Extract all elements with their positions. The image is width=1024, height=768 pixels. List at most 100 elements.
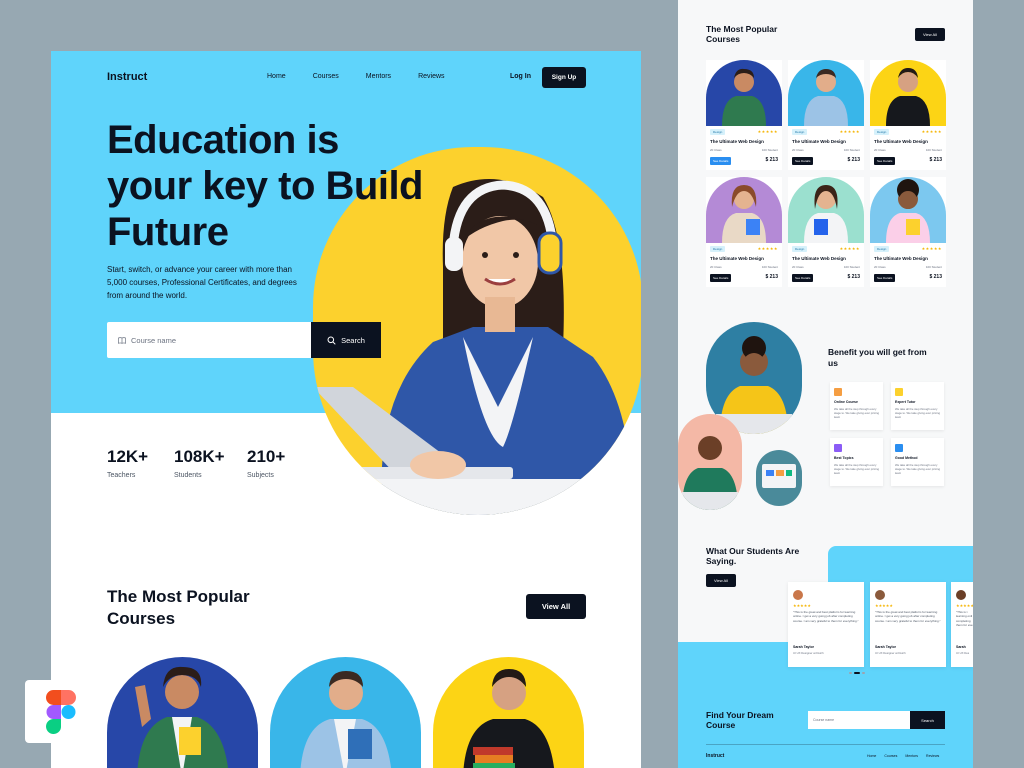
headline-line-2: your key to Build xyxy=(107,164,424,208)
course-search-input[interactable]: Course name xyxy=(107,322,311,358)
course-card[interactable]: Design ★★★★★ The Ultimate Web Design 20 … xyxy=(788,177,864,287)
footer-link-home[interactable]: Home xyxy=(867,754,876,758)
benefit-title: Benefit you will get from us xyxy=(828,347,927,368)
footer-divider xyxy=(706,744,945,745)
view-all-button[interactable]: View All xyxy=(526,594,586,619)
signup-button[interactable]: Sign Up xyxy=(542,67,586,88)
rating-stars: ★★★★★ xyxy=(956,603,973,608)
search-button[interactable]: Search xyxy=(311,322,381,358)
course-price: $ 213 xyxy=(929,274,942,280)
carousel-dot[interactable] xyxy=(862,672,865,674)
course-card[interactable]: Design ★★★★★ The Ultimate Web Design 20 … xyxy=(706,60,782,170)
see-details-button[interactable]: See Details xyxy=(710,274,732,282)
search-icon xyxy=(327,336,336,345)
benefit-card-desc: We take all the step through every stage… xyxy=(834,463,880,475)
rating-stars: ★★★★★ xyxy=(921,129,942,134)
benefit-image-student-green xyxy=(678,414,742,510)
testimonial-role: UI UX Designer at Dutch xyxy=(793,651,824,655)
course-card-image xyxy=(870,60,946,126)
carousel-dot[interactable] xyxy=(849,672,852,674)
logo[interactable]: Instruct xyxy=(107,71,147,83)
see-details-button[interactable]: See Details xyxy=(874,157,896,165)
rating-stars: ★★★★★ xyxy=(793,603,811,608)
rating-stars: ★★★★★ xyxy=(757,246,778,251)
figma-badge xyxy=(25,680,96,743)
nav-link-mentors[interactable]: Mentors xyxy=(366,73,391,80)
footer-link-reviews[interactable]: Reviews xyxy=(926,754,939,758)
course-title: The Ultimate Web Design xyxy=(792,139,846,144)
course-image-student-2[interactable] xyxy=(270,657,421,768)
footer-logo[interactable]: Instruct xyxy=(706,753,724,759)
testimonial-role: UI UX Designer at Dutch xyxy=(875,651,906,655)
footer-search-button[interactable]: Search xyxy=(910,711,945,729)
see-details-button[interactable]: See Details xyxy=(874,274,896,282)
course-card-image xyxy=(788,177,864,243)
course-tag: Design xyxy=(874,246,890,252)
testimonial-name: Sarah Taylor xyxy=(875,645,896,649)
nav-link-home[interactable]: Home xyxy=(267,73,286,80)
testimonial-name: Sarah Taylor xyxy=(793,645,814,649)
online-course-icon xyxy=(834,388,842,396)
rating-stars: ★★★★★ xyxy=(921,246,942,251)
footer-search-input[interactable]: Course name xyxy=(808,711,910,729)
rating-stars: ★★★★★ xyxy=(875,603,893,608)
nav-link-courses[interactable]: Courses xyxy=(313,73,339,80)
benefit-card-desc: We take all the step through every stage… xyxy=(895,463,941,475)
stat-label: Subjects xyxy=(247,472,274,479)
avatar xyxy=(875,590,885,600)
carousel-dots[interactable] xyxy=(849,672,865,674)
stat-students: 108K+ Students xyxy=(174,447,247,479)
course-card-image xyxy=(706,177,782,243)
testimonials-view-all-button[interactable]: View All xyxy=(706,574,736,587)
student-count: 100 Student xyxy=(843,148,860,152)
see-details-button[interactable]: See Details xyxy=(710,157,732,165)
course-title: The Ultimate Web Design xyxy=(874,256,928,261)
footer-link-mentors[interactable]: Mentors xyxy=(905,754,918,758)
course-card[interactable]: Design ★★★★★ The Ultimate Web Design 20 … xyxy=(870,177,946,287)
course-card-image xyxy=(706,60,782,126)
stat-value: 210+ xyxy=(247,447,286,466)
testimonial-role: UI UX Des xyxy=(956,651,970,655)
login-link[interactable]: Log In xyxy=(510,73,531,80)
course-card[interactable]: Design ★★★★★ The Ultimate Web Design 20 … xyxy=(788,60,864,170)
stat-value: 12K+ xyxy=(107,447,149,466)
nav-link-reviews[interactable]: Reviews xyxy=(418,73,444,80)
side-view-all-button[interactable]: View All xyxy=(915,28,945,41)
student-count: 100 Student xyxy=(925,265,942,269)
course-tag: Design xyxy=(792,246,808,252)
figma-logo-icon xyxy=(45,689,76,734)
nav-links: Home Courses Mentors Reviews xyxy=(267,73,472,80)
course-price: $ 213 xyxy=(765,157,778,163)
course-title: The Ultimate Web Design xyxy=(792,256,846,261)
search-placeholder: Course name xyxy=(131,335,177,345)
course-card[interactable]: Design ★★★★★ The Ultimate Web Design 20 … xyxy=(870,60,946,170)
course-image-student-1[interactable] xyxy=(107,657,258,768)
student-count: 100 Student xyxy=(843,265,860,269)
stats-row: 12K+ Teachers 108K+ Students 210+ Subjec… xyxy=(107,447,314,479)
student-illustration xyxy=(300,671,392,768)
course-meta: 20 Class 100 Student xyxy=(710,265,778,269)
benefit-card-best-topics: Best Topics We take all the step through… xyxy=(830,438,883,486)
student-illustration xyxy=(463,669,555,768)
benefit-card-desc: We take all the step through every stage… xyxy=(834,407,880,419)
footer-link-courses[interactable]: Courses xyxy=(884,754,897,758)
see-details-button[interactable]: See Details xyxy=(792,274,814,282)
course-meta: 20 Class 100 Student xyxy=(792,265,860,269)
top-navbar: Instruct Home Courses Mentors Reviews Lo… xyxy=(51,51,641,103)
avatar xyxy=(956,590,966,600)
course-card[interactable]: Design ★★★★★ The Ultimate Web Design 20 … xyxy=(706,177,782,287)
headline-line-1: Education is xyxy=(107,118,339,162)
carousel-dot-active[interactable] xyxy=(854,672,860,674)
footer-links: Home Courses Mentors Reviews xyxy=(867,754,939,758)
student-count: 100 Student xyxy=(761,265,778,269)
see-details-button[interactable]: See Details xyxy=(792,157,814,165)
good-method-icon xyxy=(895,444,903,452)
benefit-card-good-method: Good Method We take all the step through… xyxy=(891,438,944,486)
course-meta: 20 Class 100 Student xyxy=(792,148,860,152)
testimonial-card: ★★★★★ "This is t learning onli completin… xyxy=(951,582,973,667)
student-illustration xyxy=(682,436,738,510)
course-title: The Ultimate Web Design xyxy=(710,139,764,144)
course-image-student-3[interactable] xyxy=(433,657,584,768)
course-price: $ 213 xyxy=(765,274,778,280)
stat-label: Students xyxy=(174,472,202,479)
